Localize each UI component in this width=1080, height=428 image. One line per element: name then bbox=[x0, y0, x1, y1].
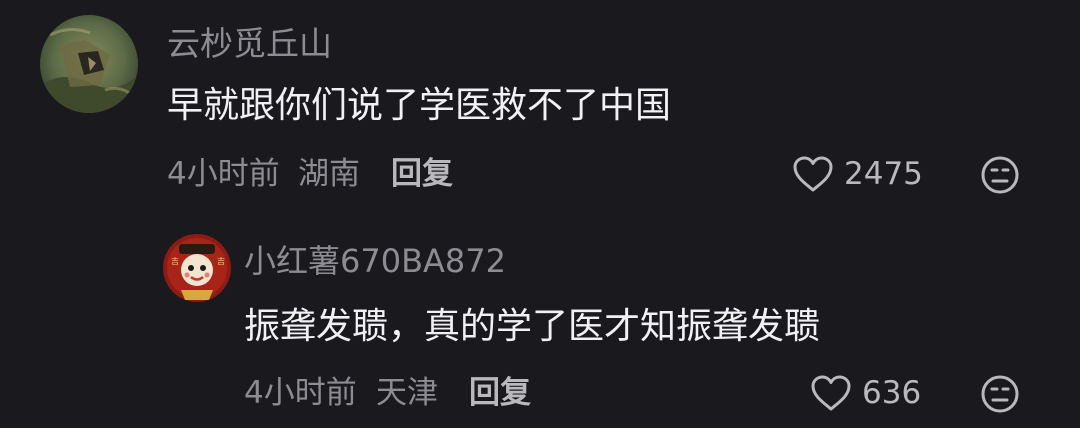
dislike-button[interactable] bbox=[980, 155, 1020, 195]
comment-username[interactable]: 小红薯670BA872 bbox=[244, 245, 506, 277]
meh-face-icon bbox=[981, 375, 1019, 413]
reply-comment: 吉 吉 小红薯670BA872 振聋发聩，真的学了医才知振聋发聩 4小时前 天津… bbox=[0, 210, 1080, 428]
like-button[interactable]: 636 bbox=[810, 374, 921, 412]
dislike-button[interactable] bbox=[980, 374, 1020, 414]
comment-text: 振聋发聩，真的学了医才知振聋发聩 bbox=[244, 306, 821, 347]
comment-location: 湖南 bbox=[298, 156, 360, 192]
heart-outline-icon bbox=[811, 375, 851, 411]
comment-text: 早就跟你们说了学医救不了中国 bbox=[167, 85, 672, 126]
svg-text:吉: 吉 bbox=[171, 257, 179, 266]
reply-button[interactable]: 回复 bbox=[469, 378, 531, 409]
svg-text:吉: 吉 bbox=[217, 257, 225, 266]
user-avatar[interactable]: 吉 吉 bbox=[163, 234, 231, 302]
like-button[interactable]: 2475 bbox=[792, 155, 923, 193]
avatar-cartoon-icon: 吉 吉 bbox=[163, 234, 231, 302]
heart-outline-icon bbox=[793, 156, 833, 192]
like-count: 2475 bbox=[844, 155, 923, 192]
comment-time: 4小时前 bbox=[167, 156, 280, 192]
meh-face-icon bbox=[981, 156, 1019, 194]
comment: 云杪觅丘山 早就跟你们说了学医救不了中国 4小时前 湖南 回复 2475 bbox=[0, 0, 1080, 210]
comment-location: 天津 bbox=[376, 375, 438, 411]
like-count: 636 bbox=[862, 374, 922, 411]
comment-username[interactable]: 云杪觅丘山 bbox=[167, 27, 332, 60]
user-avatar[interactable] bbox=[40, 15, 138, 113]
avatar-landscape-icon bbox=[40, 15, 138, 113]
reply-button[interactable]: 回复 bbox=[391, 159, 453, 190]
comment-time: 4小时前 bbox=[244, 375, 357, 411]
